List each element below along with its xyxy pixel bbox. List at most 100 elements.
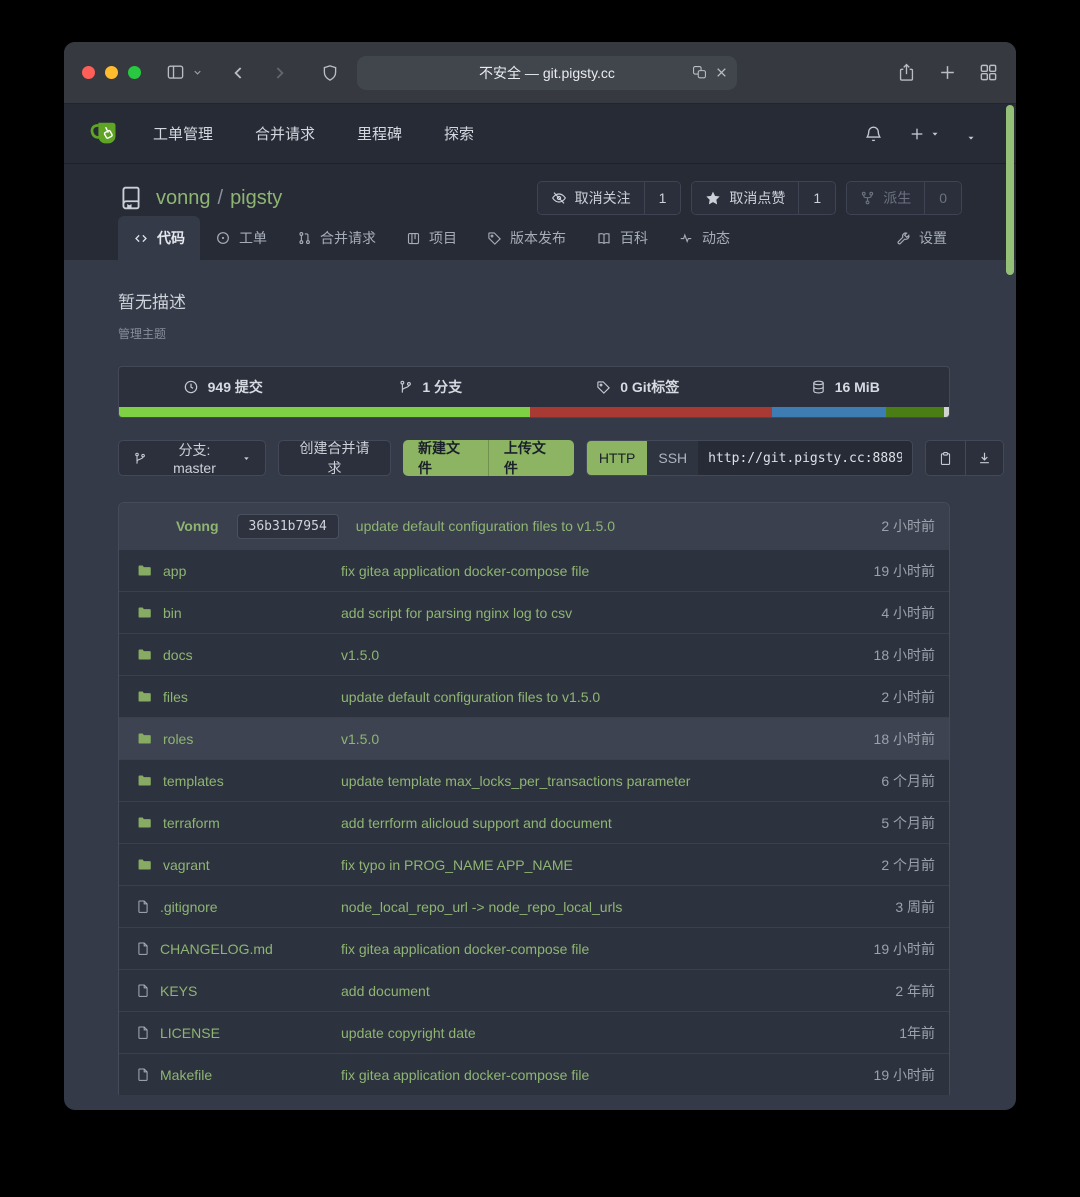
file-name[interactable]: CHANGELOG.md bbox=[160, 941, 273, 957]
language-segment[interactable] bbox=[772, 407, 886, 417]
file-name[interactable]: vagrant bbox=[163, 857, 210, 873]
manage-topics-link[interactable]: 管理主题 bbox=[118, 325, 1004, 342]
file-name[interactable]: docs bbox=[163, 647, 193, 663]
create-pull-request-button[interactable]: 创建合并请求 bbox=[278, 440, 391, 476]
stat-size[interactable]: 16 MiB bbox=[742, 367, 950, 407]
create-new-dropdown[interactable] bbox=[909, 126, 940, 142]
scrollbar-thumb[interactable] bbox=[1006, 105, 1014, 275]
language-bar[interactable] bbox=[119, 407, 949, 417]
file-commit-message[interactable]: fix typo in PROG_NAME APP_NAME bbox=[341, 857, 881, 873]
stat-branches[interactable]: 1 分支 bbox=[327, 367, 535, 407]
new-file-button[interactable]: 新建文件 bbox=[403, 440, 488, 476]
file-row[interactable]: bin add script for parsing nginx log to … bbox=[119, 591, 949, 633]
back-button[interactable] bbox=[229, 63, 249, 83]
http-protocol-button[interactable]: HTTP bbox=[587, 441, 648, 475]
fork-count[interactable]: 0 bbox=[924, 182, 961, 214]
tab-wiki[interactable]: 百科 bbox=[581, 216, 663, 260]
file-row[interactable]: roles v1.5.0 18 小时前 bbox=[119, 717, 949, 759]
zoom-window-button[interactable] bbox=[128, 66, 141, 79]
unwatch-button[interactable]: 取消关注 bbox=[538, 182, 644, 214]
shield-icon[interactable] bbox=[321, 63, 339, 83]
file-row[interactable]: .gitignore node_local_repo_url -> node_r… bbox=[119, 885, 949, 927]
nav-item-milestones[interactable]: 里程碑 bbox=[357, 123, 402, 144]
file-row[interactable]: vagrant fix typo in PROG_NAME APP_NAME 2… bbox=[119, 843, 949, 885]
minimize-window-button[interactable] bbox=[105, 66, 118, 79]
file-name[interactable]: terraform bbox=[163, 815, 220, 831]
gitea-logo-icon[interactable] bbox=[90, 120, 123, 147]
file-commit-message[interactable]: v1.5.0 bbox=[341, 731, 874, 747]
file-commit-message[interactable]: fix gitea application docker-compose fil… bbox=[341, 563, 874, 579]
file-row[interactable]: Makefile fix gitea application docker-co… bbox=[119, 1053, 949, 1095]
file-commit-message[interactable]: update default configuration files to v1… bbox=[341, 689, 881, 705]
tab-code[interactable]: 代码 bbox=[118, 216, 200, 260]
file-commit-message[interactable]: add terrform alicloud support and docume… bbox=[341, 815, 881, 831]
new-tab-icon[interactable] bbox=[938, 63, 957, 82]
file-row[interactable]: LICENSE update copyright date 1年前 bbox=[119, 1011, 949, 1053]
file-commit-message[interactable]: update copyright date bbox=[341, 1025, 899, 1041]
share-icon[interactable] bbox=[897, 62, 916, 83]
tab-overview-icon[interactable] bbox=[979, 63, 998, 82]
sidebar-icon[interactable] bbox=[165, 63, 186, 82]
file-commit-message[interactable]: fix gitea application docker-compose fil… bbox=[341, 1067, 874, 1083]
close-window-button[interactable] bbox=[82, 66, 95, 79]
language-segment[interactable] bbox=[944, 407, 949, 417]
forward-button[interactable] bbox=[269, 63, 289, 83]
copy-url-button[interactable] bbox=[926, 441, 965, 475]
repo-name[interactable]: pigsty bbox=[230, 187, 282, 210]
repo-owner[interactable]: vonng bbox=[156, 187, 211, 210]
clone-url-input[interactable] bbox=[698, 441, 912, 475]
commit-author[interactable]: Vonng bbox=[176, 518, 219, 534]
file-commit-message[interactable]: add script for parsing nginx log to csv bbox=[341, 605, 881, 621]
file-commit-message[interactable]: update template max_locks_per_transactio… bbox=[341, 773, 881, 789]
file-row[interactable]: templates update template max_locks_per_… bbox=[119, 759, 949, 801]
file-name[interactable]: roles bbox=[163, 731, 193, 747]
nav-item-pulls[interactable]: 合并请求 bbox=[255, 123, 315, 144]
translate-icon[interactable] bbox=[691, 65, 708, 80]
file-name[interactable]: KEYS bbox=[160, 983, 197, 999]
branch-selector[interactable]: 分支: master bbox=[118, 440, 266, 476]
language-segment[interactable] bbox=[119, 407, 530, 417]
tab-projects[interactable]: 项目 bbox=[391, 216, 472, 260]
file-name[interactable]: Makefile bbox=[160, 1067, 212, 1083]
stat-commits[interactable]: 949 提交 bbox=[119, 367, 327, 407]
file-name[interactable]: LICENSE bbox=[160, 1025, 220, 1041]
file-commit-message[interactable]: node_local_repo_url -> node_repo_local_u… bbox=[341, 899, 895, 915]
nav-item-explore[interactable]: 探索 bbox=[444, 123, 474, 144]
file-commit-message[interactable]: v1.5.0 bbox=[341, 647, 874, 663]
tab-pulls[interactable]: 合并请求 bbox=[282, 216, 391, 260]
ssh-protocol-button[interactable]: SSH bbox=[647, 441, 698, 475]
tab-activity[interactable]: 动态 bbox=[663, 216, 745, 260]
fork-button[interactable]: 派生 bbox=[847, 182, 924, 214]
download-button[interactable] bbox=[965, 441, 1004, 475]
stat-tags[interactable]: 0 Git标签 bbox=[534, 367, 742, 407]
file-name[interactable]: .gitignore bbox=[160, 899, 218, 915]
language-segment[interactable] bbox=[886, 407, 944, 417]
file-row[interactable]: files update default configuration files… bbox=[119, 675, 949, 717]
chevron-down-icon[interactable] bbox=[192, 67, 203, 78]
file-commit-message[interactable]: add document bbox=[341, 983, 895, 999]
star-count[interactable]: 1 bbox=[798, 182, 835, 214]
file-name[interactable]: templates bbox=[163, 773, 224, 789]
file-name[interactable]: app bbox=[163, 563, 186, 579]
language-segment[interactable] bbox=[530, 407, 772, 417]
upload-file-button[interactable]: 上传文件 bbox=[488, 440, 574, 476]
unstar-button[interactable]: 取消点赞 bbox=[692, 182, 798, 214]
notifications-bell-icon[interactable] bbox=[864, 123, 883, 144]
file-row[interactable]: terraform add terrform alicloud support … bbox=[119, 801, 949, 843]
file-row[interactable]: app fix gitea application docker-compose… bbox=[119, 549, 949, 591]
file-name[interactable]: bin bbox=[163, 605, 182, 621]
commit-message[interactable]: update default configuration files to v1… bbox=[356, 518, 615, 534]
file-row[interactable]: KEYS add document 2 年前 bbox=[119, 969, 949, 1011]
nav-item-issues[interactable]: 工单管理 bbox=[153, 123, 213, 144]
address-bar[interactable]: 不安全 — git.pigsty.cc bbox=[357, 56, 737, 90]
close-icon[interactable] bbox=[715, 66, 728, 79]
file-name[interactable]: files bbox=[163, 689, 188, 705]
tab-issues[interactable]: 工单 bbox=[200, 216, 282, 260]
user-menu-dropdown[interactable] bbox=[966, 133, 976, 143]
file-commit-message[interactable]: fix gitea application docker-compose fil… bbox=[341, 941, 874, 957]
commit-sha[interactable]: 36b31b7954 bbox=[237, 514, 339, 539]
tab-releases[interactable]: 版本发布 bbox=[472, 216, 581, 260]
file-row[interactable]: docs v1.5.0 18 小时前 bbox=[119, 633, 949, 675]
watch-count[interactable]: 1 bbox=[644, 182, 681, 214]
tab-settings[interactable]: 设置 bbox=[881, 216, 962, 260]
